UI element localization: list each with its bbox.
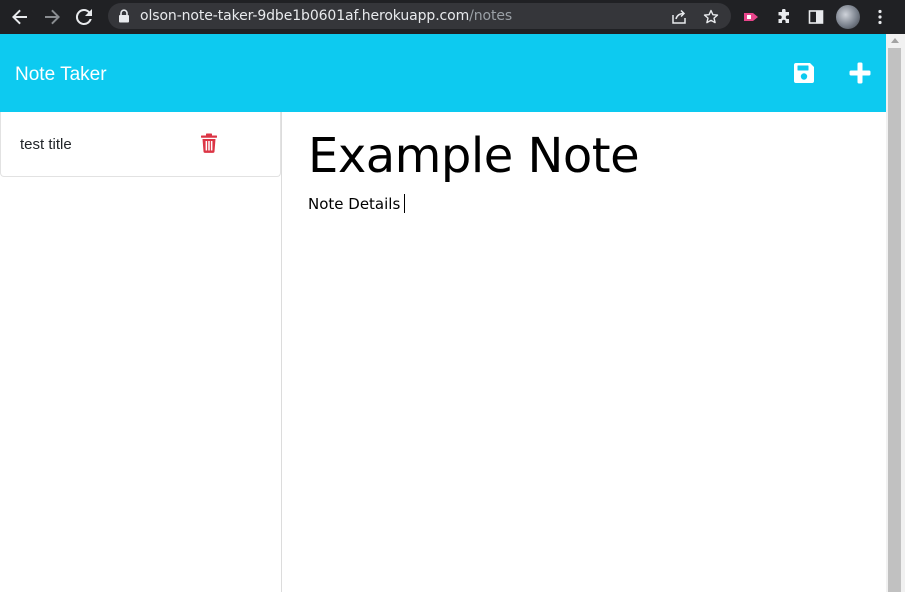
browser-toolbar: olson-note-taker-9dbe1b0601af.herokuapp.…: [0, 0, 905, 34]
scroll-up-arrow-icon[interactable]: [891, 38, 899, 43]
floppy-disk-icon[interactable]: [791, 60, 817, 86]
share-icon[interactable]: [670, 8, 688, 26]
note-title-input[interactable]: Example Note: [308, 128, 640, 184]
note-title[interactable]: test title: [20, 136, 72, 153]
lock-icon: [118, 9, 130, 28]
brand-title[interactable]: Note Taker: [15, 64, 107, 86]
url-path: /notes: [469, 8, 513, 24]
address-bar[interactable]: olson-note-taker-9dbe1b0601af.herokuapp.…: [108, 3, 731, 29]
forward-arrow-icon[interactable]: [40, 5, 64, 29]
extension-icon[interactable]: [740, 6, 762, 28]
sidepanel-icon[interactable]: [805, 6, 827, 28]
page-scrollbar[interactable]: [886, 34, 905, 592]
note-text-area[interactable]: Note Details: [308, 194, 406, 213]
list-item[interactable]: test title: [0, 112, 281, 177]
url-host: olson-note-taker-9dbe1b0601af.herokuapp.…: [140, 8, 470, 24]
back-arrow-icon[interactable]: [8, 5, 32, 29]
star-icon[interactable]: [702, 8, 720, 26]
kebab-menu-icon[interactable]: [869, 6, 891, 28]
reload-icon[interactable]: [72, 5, 96, 29]
app-navbar: Note Taker: [0, 34, 886, 112]
note-text-value: Note Details: [308, 195, 401, 213]
profile-avatar[interactable]: [836, 5, 860, 29]
plus-icon[interactable]: [847, 60, 873, 86]
puzzle-icon[interactable]: [773, 6, 795, 28]
text-caret: [404, 194, 406, 213]
scroll-thumb[interactable]: [888, 48, 901, 592]
trash-icon[interactable]: [200, 133, 218, 153]
note-editor: Example Note Note Details: [282, 112, 886, 592]
url-text: olson-note-taker-9dbe1b0601af.herokuapp.…: [140, 8, 512, 24]
notes-sidebar: test title: [0, 112, 282, 592]
